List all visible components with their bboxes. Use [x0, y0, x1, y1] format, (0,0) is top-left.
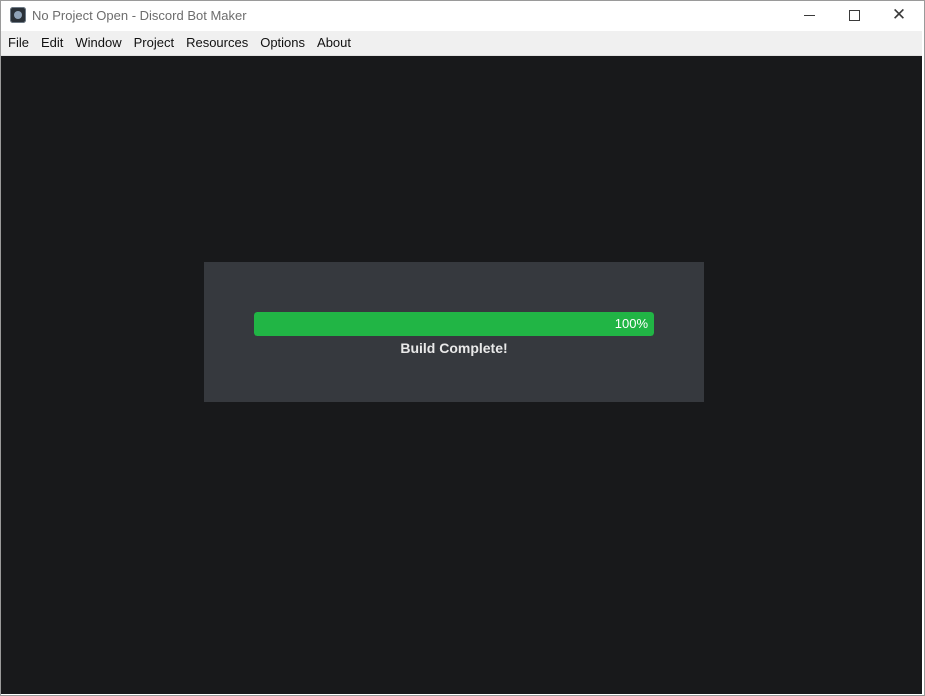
maximize-button[interactable]: [831, 1, 877, 30]
title-bar[interactable]: No Project Open - Discord Bot Maker ✕: [1, 1, 922, 31]
build-progress-bar: 100%: [254, 312, 654, 336]
menu-resources[interactable]: Resources: [180, 31, 254, 55]
maximize-icon: [848, 10, 860, 21]
close-button[interactable]: ✕: [876, 1, 922, 30]
main-content-area: 100% Build Complete!: [1, 56, 922, 694]
menu-edit[interactable]: Edit: [35, 31, 69, 55]
menu-about[interactable]: About: [311, 31, 357, 55]
build-status-text: Build Complete!: [400, 340, 508, 356]
progress-fill: [254, 312, 654, 336]
menu-file[interactable]: File: [1, 31, 35, 55]
menu-bar: File Edit Window Project Resources Optio…: [1, 31, 922, 56]
app-icon: [10, 7, 26, 23]
progress-percent-label: 100%: [614, 316, 648, 331]
menu-project[interactable]: Project: [128, 31, 180, 55]
minimize-icon: [803, 15, 815, 16]
menu-window[interactable]: Window: [69, 31, 127, 55]
minimize-button[interactable]: [786, 1, 832, 30]
app-window: No Project Open - Discord Bot Maker ✕ Fi…: [0, 0, 925, 696]
window-title: No Project Open - Discord Bot Maker: [32, 8, 247, 23]
close-icon: ✕: [891, 5, 907, 25]
menu-options[interactable]: Options: [254, 31, 311, 55]
build-progress-dialog: 100% Build Complete!: [204, 262, 704, 402]
